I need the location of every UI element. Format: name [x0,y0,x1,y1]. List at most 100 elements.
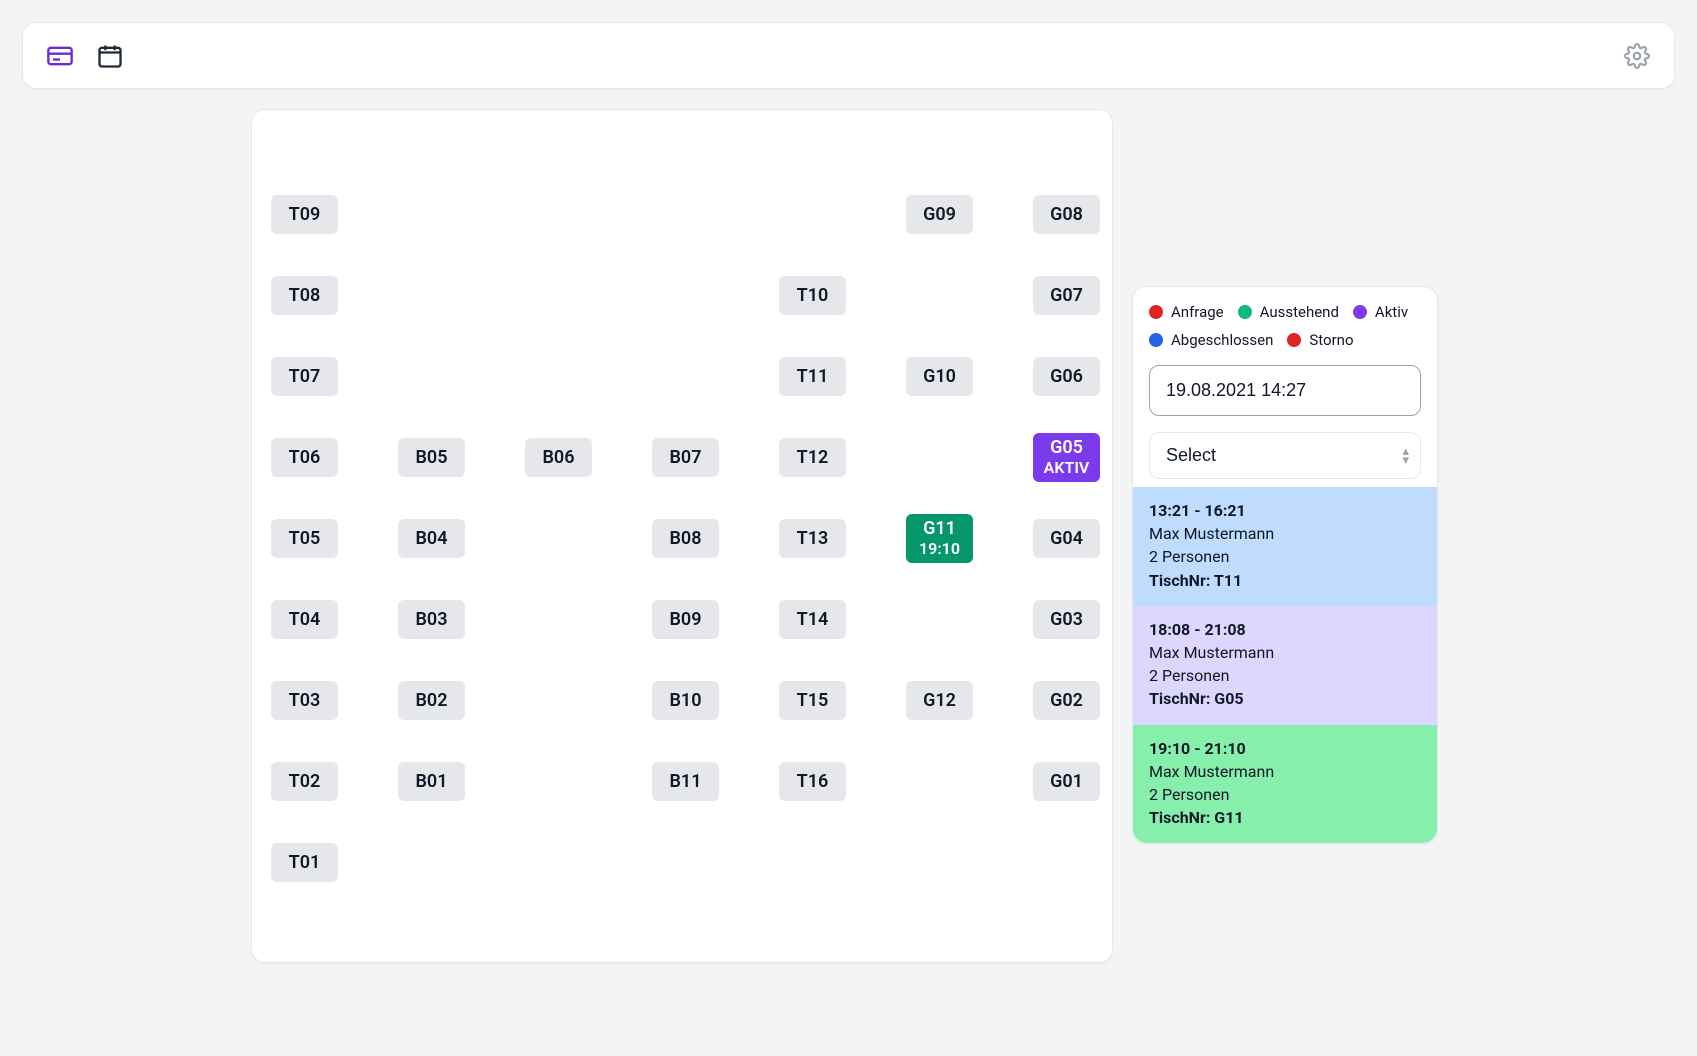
table-label: T13 [797,528,829,549]
legend-label: Ausstehend [1260,303,1339,321]
table-G02[interactable]: G02 [1033,681,1100,720]
table-label: T09 [289,204,321,225]
table-subtext: 19:10 [919,539,960,558]
filter-select[interactable]: Select [1149,432,1421,479]
topbar [22,22,1675,89]
legend-label: Aktiv [1375,303,1408,321]
table-T16[interactable]: T16 [779,762,846,801]
table-T04[interactable]: T04 [271,600,338,639]
table-B05[interactable]: B05 [398,438,465,477]
table-G09[interactable]: G09 [906,195,973,234]
table-G08[interactable]: G08 [1033,195,1100,234]
legend-dot-icon [1149,333,1163,347]
table-label: G10 [923,366,956,387]
table-T08[interactable]: T08 [271,276,338,315]
reservation-time: 13:21 - 16:21 [1149,499,1421,522]
table-T14[interactable]: T14 [779,600,846,639]
reservation-item[interactable]: 13:21 - 16:21Max Mustermann2 PersonenTis… [1133,487,1437,606]
table-B09[interactable]: B09 [652,600,719,639]
table-label: G04 [1050,528,1083,549]
table-T01[interactable]: T01 [271,843,338,882]
table-T09[interactable]: T09 [271,195,338,234]
table-label: B03 [416,609,448,630]
reservation-table: TischNr: G11 [1149,806,1421,829]
table-label: B04 [416,528,448,549]
table-label: B11 [670,771,702,792]
table-label: B07 [670,447,702,468]
table-B11[interactable]: B11 [652,762,719,801]
table-label: G11 [923,518,956,539]
reservation-item[interactable]: 18:08 - 21:08Max Mustermann2 PersonenTis… [1133,606,1437,725]
table-label: B02 [416,690,448,711]
settings-button[interactable] [1618,37,1656,75]
card-view-button[interactable] [41,37,79,75]
table-G11[interactable]: G1119:10 [906,514,973,563]
card-view-icon [46,42,74,70]
table-T10[interactable]: T10 [779,276,846,315]
reservation-item[interactable]: 19:10 - 21:10Max Mustermann2 PersonenTis… [1133,725,1437,844]
table-B08[interactable]: B08 [652,519,719,558]
table-label: T04 [289,609,321,630]
table-G12[interactable]: G12 [906,681,973,720]
table-T02[interactable]: T02 [271,762,338,801]
table-T15[interactable]: T15 [779,681,846,720]
table-label: B10 [670,690,702,711]
calendar-icon [96,42,124,70]
topbar-left [41,37,129,75]
table-label: T16 [797,771,829,792]
legend-item: Anfrage [1149,303,1224,321]
table-label: G07 [1050,285,1083,306]
legend-item: Ausstehend [1238,303,1339,321]
table-B03[interactable]: B03 [398,600,465,639]
table-T03[interactable]: T03 [271,681,338,720]
table-label: G08 [1050,204,1083,225]
floor-plan: T09 G09 G08 T08 T10 G07 T07 T11 G10 G06 T06 B05 B06 B… [251,109,1113,963]
table-B01[interactable]: B01 [398,762,465,801]
table-G01[interactable]: G01 [1033,762,1100,801]
table-B10[interactable]: B10 [652,681,719,720]
table-T07[interactable]: T07 [271,357,338,396]
table-T12[interactable]: T12 [779,438,846,477]
table-T13[interactable]: T13 [779,519,846,558]
reservation-list: 13:21 - 16:21Max Mustermann2 PersonenTis… [1133,487,1437,843]
reservations-panel: AnfrageAusstehendAktivAbgeschlossenStorn… [1132,286,1438,844]
reservation-table: TischNr: G05 [1149,687,1421,710]
legend-dot-icon [1287,333,1301,347]
legend-label: Storno [1309,331,1353,349]
status-legend: AnfrageAusstehendAktivAbgeschlossenStorn… [1149,303,1421,349]
table-T11[interactable]: T11 [779,357,846,396]
table-label: T11 [797,366,829,387]
table-G10[interactable]: G10 [906,357,973,396]
reservation-time: 19:10 - 21:10 [1149,737,1421,760]
table-G04[interactable]: G04 [1033,519,1100,558]
reservation-persons: 2 Personen [1149,783,1421,806]
table-label: T03 [289,690,321,711]
table-label: T10 [797,285,829,306]
table-G05[interactable]: G05AKTIV [1033,433,1100,482]
table-B04[interactable]: B04 [398,519,465,558]
table-label: G09 [923,204,956,225]
table-G06[interactable]: G06 [1033,357,1100,396]
table-B02[interactable]: B02 [398,681,465,720]
table-T06[interactable]: T06 [271,438,338,477]
reservation-table: TischNr: T11 [1149,569,1421,592]
table-label: T06 [289,447,321,468]
legend-label: Anfrage [1171,303,1224,321]
legend-dot-icon [1149,305,1163,319]
reservation-name: Max Mustermann [1149,760,1421,783]
floor-grid: T09 G09 G08 T08 T10 G07 T07 T11 G10 G06 T06 B05 B06 B… [271,195,1092,907]
table-label: B06 [543,447,575,468]
table-label: G06 [1050,366,1083,387]
datetime-input[interactable] [1149,365,1421,416]
table-G03[interactable]: G03 [1033,600,1100,639]
table-label: G12 [923,690,956,711]
table-label: T01 [289,852,321,873]
table-B07[interactable]: B07 [652,438,719,477]
calendar-view-button[interactable] [91,37,129,75]
table-B06[interactable]: B06 [525,438,592,477]
table-label: T05 [289,528,321,549]
table-label: B08 [670,528,702,549]
table-T05[interactable]: T05 [271,519,338,558]
table-label: B09 [670,609,702,630]
table-G07[interactable]: G07 [1033,276,1100,315]
